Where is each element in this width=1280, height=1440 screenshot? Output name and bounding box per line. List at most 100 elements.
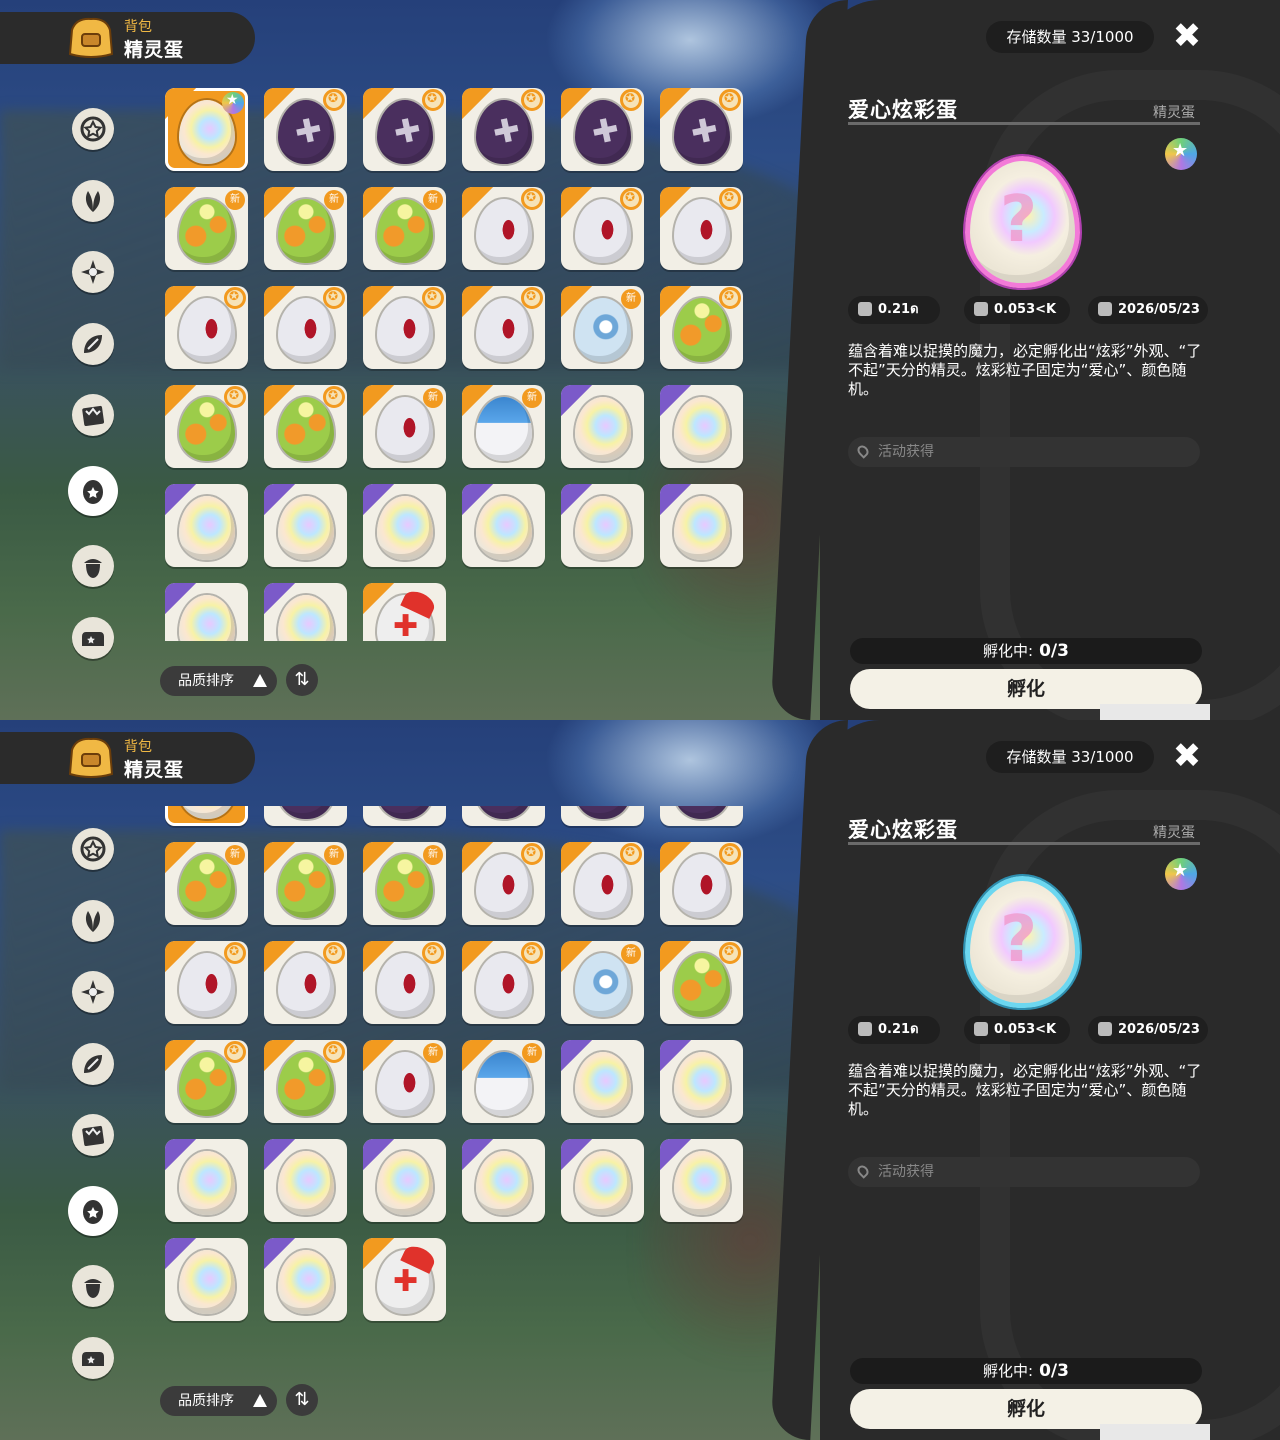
- egg-slot[interactable]: [462, 842, 545, 925]
- category-acorn-tab[interactable]: [72, 545, 114, 587]
- egg-slot[interactable]: 新: [363, 385, 446, 468]
- egg-slot[interactable]: [462, 484, 545, 567]
- category-star-badge-tab[interactable]: [72, 108, 114, 150]
- egg-slot[interactable]: [660, 88, 743, 171]
- category-sparkle-tab[interactable]: [72, 971, 114, 1013]
- egg-slot[interactable]: [660, 1139, 743, 1222]
- egg-slot[interactable]: [660, 1040, 743, 1123]
- egg-slot[interactable]: [363, 1238, 446, 1321]
- egg-slot[interactable]: [165, 1040, 248, 1123]
- egg-slot[interactable]: [264, 88, 347, 171]
- egg-slot[interactable]: [561, 1040, 644, 1123]
- egg-slot[interactable]: [561, 842, 644, 925]
- egg-slot[interactable]: [462, 88, 545, 171]
- egg-slot[interactable]: [561, 187, 644, 270]
- egg-grid[interactable]: 新新新新新新: [165, 806, 750, 1379]
- category-card-tab[interactable]: [72, 394, 114, 436]
- egg-slot[interactable]: 新: [363, 187, 446, 270]
- egg-slot[interactable]: [561, 385, 644, 468]
- egg-slot[interactable]: [561, 484, 644, 567]
- egg-slot[interactable]: 新: [561, 286, 644, 369]
- green-egg-icon: [377, 199, 433, 263]
- egg-slot[interactable]: [165, 88, 248, 171]
- redcross-egg-icon: [377, 595, 433, 641]
- egg-slot[interactable]: [264, 484, 347, 567]
- close-icon[interactable]: ✖: [1170, 19, 1204, 54]
- egg-slot[interactable]: [264, 1139, 347, 1222]
- medal-badge-icon: [521, 287, 543, 309]
- egg-slot[interactable]: [660, 484, 743, 567]
- egg-slot[interactable]: [264, 1238, 347, 1321]
- egg-slot[interactable]: [363, 941, 446, 1024]
- category-leaf-tab[interactable]: [72, 179, 114, 222]
- egg-slot[interactable]: [165, 286, 248, 369]
- sort-order-toggle-icon[interactable]: ⇅: [286, 664, 318, 696]
- egg-slot[interactable]: [462, 286, 545, 369]
- egg-slot[interactable]: [264, 1040, 347, 1123]
- egg-slot[interactable]: [165, 1238, 248, 1321]
- category-petal-tab[interactable]: [72, 1042, 114, 1085]
- egg-slot[interactable]: [561, 806, 644, 826]
- egg-slot[interactable]: [363, 484, 446, 567]
- category-sofa-tab[interactable]: [72, 616, 114, 659]
- acorn-icon: [84, 1279, 102, 1298]
- egg-slot[interactable]: [462, 941, 545, 1024]
- egg-slot[interactable]: [264, 385, 347, 468]
- category-petal-tab[interactable]: [72, 322, 114, 365]
- egg-slot[interactable]: [660, 187, 743, 270]
- rainbow-egg-icon: [674, 1052, 730, 1116]
- category-egg-tab[interactable]: [68, 1185, 118, 1236]
- egg-slot[interactable]: 新: [165, 187, 248, 270]
- category-egg-tab[interactable]: [68, 465, 118, 516]
- egg-slot[interactable]: [660, 842, 743, 925]
- egg-slot[interactable]: [264, 806, 347, 826]
- egg-slot[interactable]: 新: [462, 1040, 545, 1123]
- egg-grid-inner: 新新新新新新: [165, 88, 743, 641]
- medal-badge-icon: [224, 1041, 246, 1063]
- egg-slot[interactable]: [363, 88, 446, 171]
- egg-slot[interactable]: [462, 187, 545, 270]
- egg-slot[interactable]: 新: [561, 941, 644, 1024]
- egg-slot[interactable]: [165, 484, 248, 567]
- category-sofa-tab[interactable]: [72, 1336, 114, 1379]
- egg-slot[interactable]: [363, 1139, 446, 1222]
- category-sparkle-tab[interactable]: [72, 251, 114, 293]
- egg-slot[interactable]: [165, 583, 248, 641]
- egg-slot[interactable]: [363, 583, 446, 641]
- quality-sort-button[interactable]: 品质排序: [160, 1386, 277, 1416]
- category-star-badge-tab[interactable]: [72, 828, 114, 870]
- egg-slot[interactable]: [660, 286, 743, 369]
- egg-slot[interactable]: [264, 286, 347, 369]
- hatch-button[interactable]: 孵化: [850, 1389, 1202, 1429]
- egg-slot[interactable]: [165, 806, 248, 826]
- category-leaf-tab[interactable]: [72, 899, 114, 942]
- egg-slot[interactable]: [165, 941, 248, 1024]
- egg-slot[interactable]: 新: [165, 842, 248, 925]
- stat-date: 2026/05/23: [1088, 1016, 1208, 1044]
- category-acorn-tab[interactable]: [72, 1265, 114, 1307]
- egg-slot[interactable]: [165, 1139, 248, 1222]
- egg-slot[interactable]: 新: [462, 385, 545, 468]
- egg-slot[interactable]: [363, 806, 446, 826]
- category-card-tab[interactable]: [72, 1114, 114, 1156]
- egg-slot[interactable]: 新: [363, 1040, 446, 1123]
- egg-slot[interactable]: [462, 1139, 545, 1222]
- close-icon[interactable]: ✖: [1170, 739, 1204, 774]
- egg-slot[interactable]: [363, 286, 446, 369]
- egg-slot[interactable]: [660, 385, 743, 468]
- sort-order-toggle-icon[interactable]: ⇅: [286, 1384, 318, 1416]
- egg-slot[interactable]: [462, 806, 545, 826]
- egg-slot[interactable]: [264, 941, 347, 1024]
- egg-slot[interactable]: [660, 941, 743, 1024]
- egg-slot[interactable]: [561, 1139, 644, 1222]
- egg-slot[interactable]: 新: [264, 842, 347, 925]
- egg-slot[interactable]: [660, 806, 743, 826]
- quality-sort-button[interactable]: 品质排序: [160, 666, 277, 696]
- hatch-button[interactable]: 孵化: [850, 669, 1202, 709]
- egg-slot[interactable]: [561, 88, 644, 171]
- egg-slot[interactable]: 新: [264, 187, 347, 270]
- egg-slot[interactable]: 新: [363, 842, 446, 925]
- egg-grid[interactable]: 新新新新新新: [165, 88, 750, 641]
- egg-slot[interactable]: [165, 385, 248, 468]
- egg-slot[interactable]: [264, 583, 347, 641]
